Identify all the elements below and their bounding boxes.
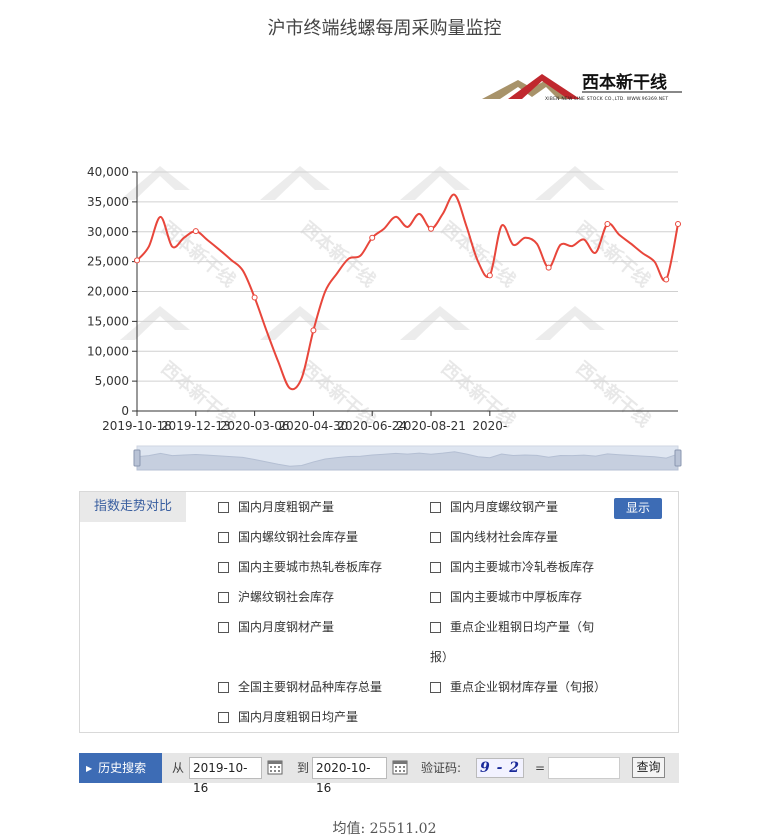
data-point (428, 225, 435, 232)
data-point (134, 257, 140, 264)
watermark-layer: 西本新干线 西本新干线 西本新干线 西本新干线西本新干线 西本新干线 西本新干线 西本新干线 (120, 166, 655, 432)
captcha-answer-input[interactable] (548, 757, 620, 779)
watermark: 西本新干线 (535, 166, 655, 292)
x-tick-label: 2020-08-21 (396, 419, 466, 433)
option-item-wrap: 报） (430, 650, 455, 664)
history-search-bar: ▶ 历史搜索 从 2019-10-16 到 2020-10-16 验证码: 9 -… (79, 753, 679, 795)
tab-index-comparison[interactable]: 指数走势对比 (80, 492, 186, 522)
svg-text:西本新干线: 西本新干线 (157, 217, 240, 292)
svg-text:西本新干线: 西本新干线 (297, 217, 380, 292)
to-date-input[interactable]: 2020-10-16 (312, 757, 387, 795)
svg-text:西本新干线: 西本新干线 (572, 357, 655, 432)
watermark: 西本新干线 (120, 166, 240, 292)
data-point (604, 220, 611, 227)
logo-subtitle: XIBEN NEW LINE STOCK CO.,LTD. WWW.96369.… (545, 96, 668, 102)
data-point (192, 228, 199, 235)
option-item[interactable]: 全国主要钢材品种库存总量 (218, 672, 382, 702)
data-point (663, 276, 670, 283)
history-search-button[interactable]: ▶ 历史搜索 (79, 753, 162, 783)
watermark: 西本新干线 (260, 306, 380, 432)
checkbox[interactable] (430, 562, 441, 573)
calendar-icon[interactable] (267, 759, 283, 775)
y-tick-label: 10,000 (87, 344, 129, 358)
option-item[interactable]: 国内月度螺纹钢产量 (430, 492, 558, 522)
query-button[interactable]: 查询 (632, 757, 665, 778)
checkbox[interactable] (430, 502, 441, 513)
data-point (675, 220, 681, 227)
option-item[interactable]: 国内月度粗钢产量 (218, 492, 334, 522)
checkbox[interactable] (430, 682, 441, 693)
option-item[interactable]: 国内月度钢材产量 (218, 612, 334, 642)
watermark: 西本新干线 (400, 166, 520, 292)
y-tick-label: 30,000 (87, 225, 129, 239)
data-point (310, 327, 317, 334)
option-item[interactable]: 国内主要城市热轧卷板库存 (218, 552, 382, 582)
checkbox[interactable] (218, 502, 229, 513)
option-item[interactable]: 国内主要城市冷轧卷板库存 (430, 552, 594, 582)
captcha-image[interactable]: 9 - 2 (476, 758, 524, 778)
captcha-label: 验证码: (421, 761, 462, 775)
watermark: 西本新干线 (260, 166, 380, 292)
option-item[interactable]: 重点企业钢材库存量（旬报） (430, 672, 606, 702)
show-button[interactable]: 显示 (614, 498, 662, 519)
from-label: 从 (172, 761, 185, 775)
svg-text:西本新干线: 西本新干线 (437, 217, 520, 292)
checkbox[interactable] (430, 532, 441, 543)
option-item[interactable]: 国内线材社会库存量 (430, 522, 558, 552)
y-tick-label: 35,000 (87, 195, 129, 209)
watermark: 西本新干线 (400, 306, 520, 432)
option-item[interactable]: 国内月度粗钢日均产量 (218, 702, 358, 732)
checkbox[interactable] (218, 532, 229, 543)
data-point (545, 264, 552, 271)
to-label: 到 (297, 761, 310, 775)
play-triangle-icon: ▶ (86, 764, 93, 773)
y-tick-label: 20,000 (87, 285, 129, 299)
checkbox[interactable] (218, 712, 229, 723)
logo-name: 西本新干线 (582, 72, 667, 93)
x-tick-label: 2020- (472, 419, 507, 433)
data-point (486, 272, 493, 279)
slider-handle-right[interactable] (674, 449, 682, 467)
y-tick-label: 25,000 (87, 255, 129, 269)
checkbox[interactable] (430, 622, 441, 633)
option-item[interactable]: 国内主要城市中厚板库存 (430, 582, 582, 612)
data-point (369, 234, 376, 241)
page-title: 沪市终端线螺每周采购量监控 (267, 18, 502, 39)
data-point (251, 294, 258, 301)
from-date-input[interactable]: 2019-10-16 (189, 757, 262, 795)
y-tick-label: 5,000 (95, 374, 129, 388)
checkbox[interactable] (218, 592, 229, 603)
slider-handle-left[interactable] (133, 449, 141, 467)
checkbox[interactable] (218, 562, 229, 573)
average-readout: 均值: 25511.02 (332, 821, 437, 837)
x-axis: 2019-10-182019-12-132020-03-062020-04-30… (102, 411, 507, 433)
index-comparison-panel: 指数走势对比 显示 国内月度粗钢产量 国内月度螺纹钢产量 国内螺纹钢社会库存量 … (79, 491, 679, 733)
watermark: 西本新干线 (535, 306, 655, 432)
y-tick-label: 0 (121, 404, 129, 418)
calendar-icon[interactable] (392, 759, 408, 775)
y-axis: 0 5,000 10,000 15,000 20,000 25,000 30,000 35,0… (87, 165, 138, 418)
line-chart: 西本新干线 西本新干线 西本新干线 西本新干线西本新干线 西本新干线 西本新干线 西本新干线… (87, 165, 682, 471)
option-item[interactable]: 沪螺纹钢社会库存 (218, 582, 334, 612)
watermark: 西本新干线 (120, 306, 240, 432)
option-item[interactable]: 国内螺纹钢社会库存量 (218, 522, 358, 552)
checkbox[interactable] (218, 622, 229, 633)
data-zoom-slider[interactable] (133, 445, 682, 471)
brand-logo: 西本新干线 XIBEN NEW LINE STOCK CO.,LTD. WWW.… (482, 72, 682, 102)
y-tick-label: 40,000 (87, 165, 129, 179)
y-tick-label: 15,000 (87, 314, 129, 328)
equals-sign: = (535, 761, 546, 775)
option-item[interactable]: 重点企业粗钢日均产量（旬 (430, 612, 594, 642)
checkbox[interactable] (218, 682, 229, 693)
checkbox[interactable] (430, 592, 441, 603)
